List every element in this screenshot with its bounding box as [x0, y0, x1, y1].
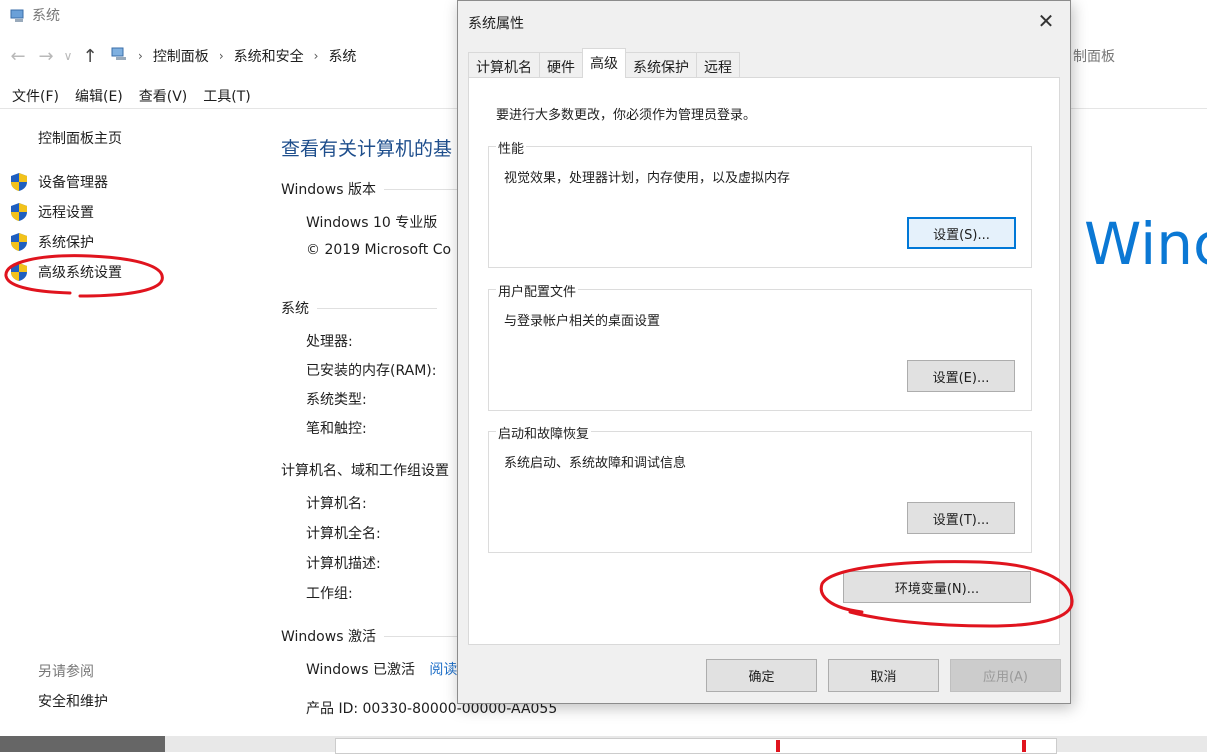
- search-box-partial[interactable]: 制面板: [1068, 40, 1115, 72]
- user-profiles-settings-button[interactable]: 设置(E)...: [907, 360, 1015, 392]
- shield-icon: [10, 262, 28, 282]
- user-profiles-group: 用户配置文件 与登录帐户相关的桌面设置 设置(E)...: [488, 281, 1032, 411]
- section-system: 系统: [281, 298, 437, 318]
- sidebar-item-system-protection[interactable]: 系统保护: [10, 232, 94, 252]
- tab-computer-name[interactable]: 计算机名: [468, 52, 540, 78]
- page-title: 查看有关计算机的基: [281, 138, 453, 160]
- forward-arrow-icon[interactable]: →: [32, 46, 60, 67]
- workgroup-label: 工作组:: [306, 586, 353, 602]
- environment-variables-button[interactable]: 环境变量(N)...: [843, 571, 1031, 603]
- menu-tools[interactable]: 工具(T): [203, 86, 250, 108]
- sidebar-item-remote-settings[interactable]: 远程设置: [10, 202, 94, 222]
- activation-status: Windows 已激活 阅读: [306, 662, 458, 678]
- processor-label: 处理器:: [306, 334, 353, 350]
- control-panel-icon: [110, 47, 128, 65]
- breadcrumb-separator-icon: ›: [218, 49, 224, 63]
- performance-desc: 视觉效果，处理器计划，内存使用，以及虚拟内存: [504, 171, 791, 186]
- see-also-title: 另请参阅: [38, 664, 94, 680]
- sidebar-home-link[interactable]: 控制面板主页: [38, 128, 122, 148]
- security-maintenance-link[interactable]: 安全和维护: [38, 691, 108, 711]
- copyright-text: © 2019 Microsoft Co: [306, 242, 452, 258]
- tab-system-protection[interactable]: 系统保护: [625, 52, 697, 78]
- user-profiles-desc: 与登录帐户相关的桌面设置: [504, 314, 661, 329]
- system-type-label: 系统类型:: [306, 392, 367, 408]
- section-computer-name: 计算机名、域和工作组设置: [281, 463, 449, 479]
- taskbar-strip: [0, 736, 1207, 754]
- menu-view[interactable]: 查看(V): [139, 86, 188, 108]
- shield-icon: [10, 172, 28, 192]
- breadcrumb-system-security[interactable]: 系统和安全: [234, 46, 304, 66]
- close-icon[interactable]: ✕: [1034, 9, 1058, 33]
- admin-notice: 要进行大多数更改，你必须作为管理员登录。: [496, 108, 757, 123]
- computer-icon: [10, 9, 26, 22]
- user-profiles-title: 用户配置文件: [496, 281, 579, 300]
- performance-group: 性能 视觉效果，处理器计划，内存使用，以及虚拟内存 设置(S)...: [488, 138, 1032, 268]
- menu-edit[interactable]: 编辑(E): [75, 86, 123, 108]
- apply-button[interactable]: 应用(A): [950, 659, 1061, 692]
- tab-bar: 计算机名 硬件 高级 系统保护 远程: [468, 48, 740, 78]
- menu-bar: 文件(F) 编辑(E) 查看(V) 工具(T): [0, 86, 255, 108]
- sidebar-item-device-manager[interactable]: 设备管理器: [10, 172, 108, 192]
- startup-recovery-settings-button[interactable]: 设置(T)...: [907, 502, 1015, 534]
- up-arrow-icon[interactable]: ↑: [76, 46, 104, 67]
- windows-logo-text: Winc: [1084, 210, 1207, 278]
- breadcrumb-control-panel[interactable]: 控制面板: [153, 46, 209, 66]
- startup-recovery-desc: 系统启动、系统故障和调试信息: [504, 456, 687, 471]
- windows-edition-value: Windows 10 专业版: [306, 215, 438, 231]
- shield-icon: [10, 202, 28, 222]
- window-title-bar: 系统: [10, 4, 60, 26]
- system-properties-dialog: 系统属性 ✕ 计算机名 硬件 高级 系统保护 远程 要进行大多数更改，你必须作为…: [457, 0, 1071, 704]
- shield-icon: [10, 232, 28, 252]
- ok-button[interactable]: 确定: [706, 659, 817, 692]
- navigation-bar: ← → ∨ ↑ › 控制面板 › 系统和安全 › 系统: [0, 40, 460, 72]
- computer-description-label: 计算机描述:: [306, 556, 381, 572]
- advanced-tab-panel: 要进行大多数更改，你必须作为管理员登录。 性能 视觉效果，处理器计划，内存使用，…: [468, 77, 1060, 645]
- sidebar-item-advanced-settings[interactable]: 高级系统设置: [10, 262, 122, 282]
- tab-hardware[interactable]: 硬件: [539, 52, 583, 78]
- breadcrumb-separator-icon: ›: [313, 49, 319, 63]
- read-terms-link[interactable]: 阅读: [429, 662, 457, 678]
- breadcrumb-separator-icon: ›: [138, 49, 143, 63]
- pen-touch-label: 笔和触控:: [306, 421, 367, 437]
- computer-name-label: 计算机名:: [306, 496, 367, 512]
- startup-recovery-group: 启动和故障恢复 系统启动、系统故障和调试信息 设置(T)...: [488, 423, 1032, 553]
- full-computer-name-label: 计算机全名:: [306, 526, 381, 542]
- breadcrumb: › 控制面板 › 系统和安全 › 系统: [110, 46, 356, 66]
- window-title: 系统: [32, 8, 60, 24]
- cancel-button[interactable]: 取消: [828, 659, 939, 692]
- back-arrow-icon[interactable]: ←: [4, 46, 32, 67]
- tab-remote[interactable]: 远程: [696, 52, 740, 78]
- performance-settings-button[interactable]: 设置(S)...: [907, 217, 1016, 249]
- startup-recovery-title: 启动和故障恢复: [496, 423, 592, 442]
- ram-label: 已安装的内存(RAM):: [306, 363, 437, 379]
- history-chevron-icon[interactable]: ∨: [60, 49, 76, 63]
- menu-file[interactable]: 文件(F): [12, 86, 59, 108]
- dialog-title: 系统属性: [468, 16, 524, 32]
- performance-title: 性能: [496, 138, 527, 157]
- tab-advanced[interactable]: 高级: [582, 48, 626, 78]
- breadcrumb-system[interactable]: 系统: [328, 46, 356, 66]
